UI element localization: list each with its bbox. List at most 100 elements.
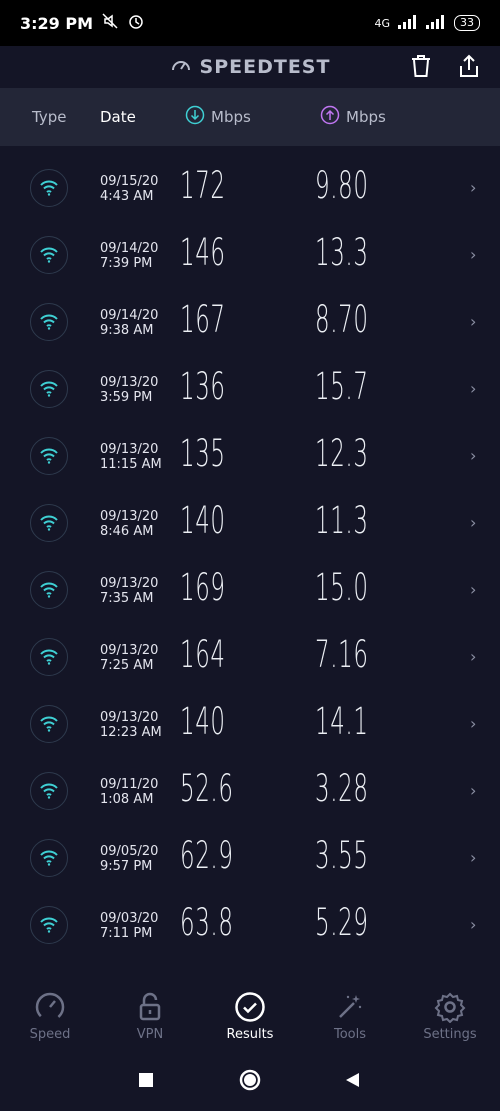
header-upload[interactable]: Mbps bbox=[320, 105, 386, 129]
result-date-time: 3:59 PM bbox=[100, 390, 153, 405]
wifi-icon bbox=[30, 169, 68, 207]
result-row[interactable]: 09/13/20 7:25 AM 164 7.16 › bbox=[0, 625, 500, 692]
result-upload: 5.29 bbox=[315, 901, 369, 944]
speedometer-icon bbox=[170, 54, 192, 81]
result-date: 09/13/20 8:46 AM bbox=[100, 509, 158, 539]
result-row[interactable]: 09/14/20 9:38 AM 167 8.70 › bbox=[0, 290, 500, 357]
app-title-text: SPEEDTEST bbox=[199, 56, 331, 78]
result-date-day: 09/13/20 bbox=[100, 509, 159, 524]
result-date-day: 09/13/20 bbox=[100, 710, 159, 725]
signal-icon bbox=[398, 14, 418, 32]
result-date-day: 09/15/20 bbox=[100, 174, 159, 189]
result-download: 164 bbox=[180, 633, 226, 676]
recents-button[interactable] bbox=[138, 1072, 154, 1092]
results-list[interactable]: 09/15/20 4:43 AM 172 9.80 › 09/14/20 7:39 … bbox=[0, 146, 500, 984]
chevron-right-icon: › bbox=[470, 580, 477, 599]
alarm-icon bbox=[127, 12, 145, 34]
result-date: 09/13/20 3:59 PM bbox=[100, 375, 158, 405]
trash-icon[interactable] bbox=[410, 54, 432, 82]
chevron-right-icon: › bbox=[470, 781, 477, 800]
result-row[interactable]: 09/05/20 9:57 PM 62.9 3.55 › bbox=[0, 826, 500, 893]
result-date-time: 1:08 AM bbox=[100, 792, 154, 807]
magic-wand-icon bbox=[339, 994, 362, 1018]
result-row[interactable]: 09/15/20 4:43 AM 172 9.80 › bbox=[0, 156, 500, 223]
nav-results[interactable]: Results bbox=[200, 984, 300, 1048]
nav-vpn[interactable]: VPN bbox=[100, 984, 200, 1048]
home-button[interactable] bbox=[239, 1069, 261, 1095]
result-download: 135 bbox=[180, 432, 226, 475]
wifi-icon bbox=[30, 303, 68, 341]
result-download: 169 bbox=[180, 566, 226, 609]
wifi-icon bbox=[30, 437, 68, 475]
nav-speed[interactable]: Speed bbox=[0, 984, 100, 1048]
header-date[interactable]: Date bbox=[100, 108, 136, 126]
result-date-day: 09/13/20 bbox=[100, 442, 159, 457]
chevron-right-icon: › bbox=[470, 178, 477, 197]
battery-indicator: 33 bbox=[454, 15, 480, 31]
result-date-time: 12:23 AM bbox=[100, 725, 162, 740]
header-type[interactable]: Type bbox=[32, 108, 66, 126]
result-date-day: 09/13/20 bbox=[100, 643, 159, 658]
result-upload: 3.28 bbox=[315, 767, 369, 810]
chevron-right-icon: › bbox=[470, 446, 477, 465]
speedometer-icon bbox=[35, 992, 65, 1021]
result-upload: 15.7 bbox=[315, 365, 369, 408]
result-date-day: 09/11/20 bbox=[100, 777, 159, 792]
result-date: 09/14/20 7:39 PM bbox=[100, 241, 158, 271]
result-date-time: 9:38 AM bbox=[100, 323, 154, 338]
result-download: 140 bbox=[180, 700, 226, 743]
result-row[interactable]: 09/13/20 12:23 AM 140 14.1 › bbox=[0, 692, 500, 759]
result-download: 146 bbox=[180, 231, 226, 274]
result-upload: 13.3 bbox=[315, 231, 369, 274]
app-title: SPEEDTEST bbox=[170, 54, 331, 81]
lock-icon bbox=[139, 992, 161, 1020]
bottom-nav: Speed VPN Results Tools Settings bbox=[0, 984, 500, 1048]
result-date: 09/13/20 12:23 AM bbox=[100, 710, 162, 740]
result-date-time: 8:46 AM bbox=[100, 524, 154, 539]
result-download: 136 bbox=[180, 365, 226, 408]
result-row[interactable]: 09/13/20 11:15 AM 135 12.3 › bbox=[0, 424, 500, 491]
result-row[interactable]: 09/13/20 3:59 PM 136 15.7 › bbox=[0, 357, 500, 424]
wifi-icon bbox=[30, 839, 68, 877]
result-date-day: 09/03/20 bbox=[100, 911, 159, 926]
wifi-icon bbox=[30, 504, 68, 542]
nav-tools[interactable]: Tools bbox=[300, 984, 400, 1048]
check-circle-icon bbox=[235, 991, 265, 1022]
result-download: 52.6 bbox=[180, 767, 234, 810]
wifi-icon bbox=[30, 906, 68, 944]
result-date: 09/13/20 7:25 AM bbox=[100, 643, 158, 673]
result-upload: 7.16 bbox=[315, 633, 369, 676]
result-date-time: 9:57 PM bbox=[100, 859, 153, 874]
result-date: 09/14/20 9:38 AM bbox=[100, 308, 158, 338]
result-date: 09/13/20 7:35 AM bbox=[100, 576, 158, 606]
header-upload-label: Mbps bbox=[346, 108, 386, 126]
result-date: 09/11/20 1:08 AM bbox=[100, 777, 158, 807]
back-button[interactable] bbox=[344, 1072, 360, 1092]
result-date-time: 4:43 AM bbox=[100, 189, 154, 204]
wifi-icon bbox=[30, 571, 68, 609]
signal-icon-2 bbox=[426, 14, 446, 32]
result-row[interactable]: 09/14/20 7:39 PM 146 13.3 › bbox=[0, 223, 500, 290]
nav-settings-label: Settings bbox=[423, 1026, 477, 1042]
nav-results-label: Results bbox=[226, 1026, 274, 1042]
wifi-icon bbox=[30, 705, 68, 743]
result-row[interactable]: 09/03/20 7:11 PM 63.8 5.29 › bbox=[0, 893, 500, 960]
nav-settings[interactable]: Settings bbox=[400, 984, 500, 1048]
result-date: 09/15/20 4:43 AM bbox=[100, 174, 158, 204]
result-row[interactable]: 09/11/20 1:08 AM 52.6 3.28 › bbox=[0, 759, 500, 826]
header-download[interactable]: Mbps bbox=[185, 105, 251, 129]
result-upload: 12.3 bbox=[315, 432, 369, 475]
result-date-day: 09/13/20 bbox=[100, 375, 159, 390]
result-row[interactable]: 09/13/20 8:46 AM 140 11.3 › bbox=[0, 491, 500, 558]
result-upload: 9.80 bbox=[315, 164, 369, 207]
chevron-right-icon: › bbox=[470, 312, 477, 331]
result-date-day: 09/14/20 bbox=[100, 241, 159, 256]
chevron-right-icon: › bbox=[470, 647, 477, 666]
chevron-right-icon: › bbox=[470, 915, 477, 934]
result-row[interactable]: 09/13/20 7:35 AM 169 15.0 › bbox=[0, 558, 500, 625]
share-icon[interactable] bbox=[458, 54, 480, 82]
wifi-icon bbox=[30, 370, 68, 408]
wifi-icon bbox=[30, 638, 68, 676]
status-time: 3:29 PM bbox=[20, 13, 94, 33]
results-header: Type Date Mbps Mbps bbox=[0, 88, 500, 146]
